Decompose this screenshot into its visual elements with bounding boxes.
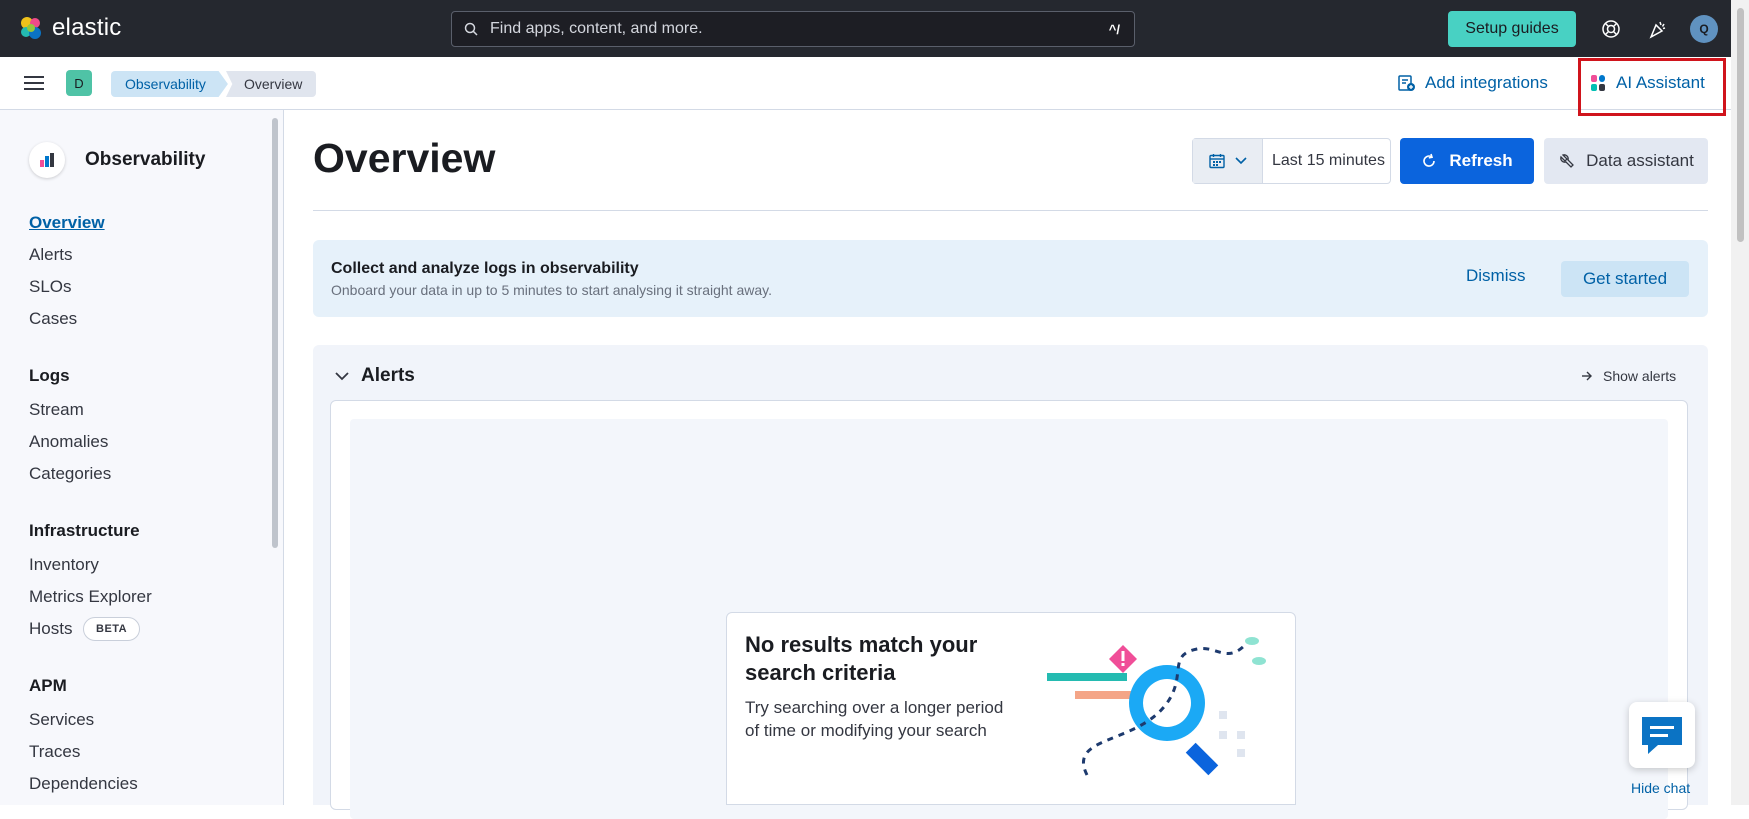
page-scrollbar-thumb[interactable] [1737, 8, 1744, 242]
sidebar-item-services[interactable]: Services [29, 710, 94, 730]
sidebar-item-cases[interactable]: Cases [29, 309, 77, 329]
add-integration-icon [1398, 75, 1415, 91]
sidebar-item-slos[interactable]: SLOs [29, 277, 72, 297]
empty-state-card: No results match your search criteria Tr… [726, 612, 1296, 805]
beta-badge: BETA [83, 617, 141, 641]
space-selector[interactable]: D [66, 70, 92, 96]
empty-state-title: No results match your search criteria [745, 632, 978, 685]
arrow-right-icon [1582, 371, 1592, 381]
setup-guides-button[interactable]: Setup guides [1448, 11, 1576, 47]
sidebar-group-logs: Logs [29, 366, 70, 385]
chevron-down-icon [1234, 157, 1247, 165]
ai-assistant-icon [1591, 75, 1605, 91]
quick-select-button[interactable] [1193, 139, 1263, 183]
show-alerts-label: Show alerts [1603, 368, 1677, 384]
date-range-value[interactable]: Last 15 minutes [1263, 139, 1385, 183]
elastic-logo-icon [21, 17, 41, 39]
sidebar-item-metrics-explorer[interactable]: Metrics Explorer [29, 587, 152, 607]
brand-name: elastic [52, 14, 122, 41]
add-integrations-label: Add integrations [1425, 73, 1548, 92]
refresh-icon [1423, 153, 1436, 167]
sidebar-group-infrastructure: Infrastructure [29, 521, 140, 540]
search-shortcut: ^/ [1108, 21, 1120, 37]
sidebar-group-apm: APM [29, 676, 67, 695]
dismiss-button[interactable]: Dismiss [1466, 266, 1526, 286]
sidebar-item-stream[interactable]: Stream [29, 400, 84, 420]
alerts-accordion-toggle[interactable]: Alerts [335, 365, 415, 387]
search-input[interactable]: Find apps, content, and more. [490, 20, 1109, 38]
add-integrations-link[interactable]: Add integrations [1398, 73, 1548, 93]
sidebar-item-anomalies[interactable]: Anomalies [29, 432, 108, 452]
page-title: Overview [313, 135, 496, 181]
sidebar-item-traces[interactable]: Traces [29, 742, 80, 762]
ai-assistant-label: AI Assistant [1616, 73, 1705, 92]
alerts-title: Alerts [361, 365, 415, 386]
sidebar-item-inventory[interactable]: Inventory [29, 555, 99, 575]
global-search[interactable]: Find apps, content, and more. ^/ [451, 11, 1135, 47]
sidebar-item-dependencies[interactable]: Dependencies [29, 774, 138, 794]
sidebar-item-overview[interactable]: Overview [29, 213, 105, 233]
sidebar-header: Observability [29, 142, 205, 178]
help-icon[interactable] [1599, 17, 1623, 41]
chat-icon [1642, 717, 1682, 754]
sidebar-item-categories[interactable]: Categories [29, 464, 111, 484]
calendar-icon [1208, 154, 1225, 169]
show-alerts-link[interactable]: Show alerts [1581, 368, 1676, 384]
chevron-down-icon [335, 371, 349, 380]
wrench-icon [1560, 154, 1575, 168]
sidebar-title: Observability [85, 149, 206, 170]
refresh-button[interactable]: Refresh [1400, 138, 1534, 184]
callout-title: Collect and analyze logs in observabilit… [331, 260, 639, 277]
observability-sidebar: Observability Overview Alerts SLOs Cases… [0, 110, 284, 805]
refresh-label: Refresh [1449, 151, 1513, 170]
no-results-illustration-icon [1047, 637, 1266, 776]
breadcrumb-observability[interactable]: Observability [111, 71, 228, 97]
top-header: elastic Find apps, content, and more. ^/… [0, 0, 1731, 57]
onboarding-callout: Collect and analyze logs in observabilit… [313, 240, 1708, 317]
breadcrumb-bar: D Observability Overview Add integration… [0, 57, 1731, 116]
search-icon [464, 22, 478, 36]
ai-assistant-button[interactable]: AI Assistant [1590, 73, 1705, 93]
date-picker[interactable]: Last 15 minutes [1192, 138, 1391, 184]
get-started-button[interactable]: Get started [1561, 261, 1689, 297]
newsfeed-icon[interactable] [1646, 17, 1670, 41]
sidebar-item-hosts[interactable]: Hosts [29, 619, 72, 639]
user-avatar[interactable]: Q [1690, 15, 1718, 43]
menu-toggle-icon[interactable] [24, 74, 44, 97]
elastic-logo[interactable]: elastic [18, 14, 121, 42]
chat-button[interactable] [1629, 702, 1695, 768]
data-assistant-button[interactable]: Data assistant [1544, 138, 1708, 184]
sidebar-item-alerts[interactable]: Alerts [29, 245, 72, 265]
callout-text: Onboard your data in up to 5 minutes to … [331, 282, 772, 298]
sidebar-scrollbar[interactable] [272, 118, 278, 548]
breadcrumb-overview: Overview [226, 71, 317, 97]
header-divider [313, 210, 1708, 211]
observability-logo-icon [29, 142, 65, 178]
hide-chat-link[interactable]: Hide chat [1631, 780, 1690, 796]
empty-state-text: Try searching over a longer period of ti… [745, 698, 1004, 740]
data-assistant-label: Data assistant [1586, 151, 1694, 170]
